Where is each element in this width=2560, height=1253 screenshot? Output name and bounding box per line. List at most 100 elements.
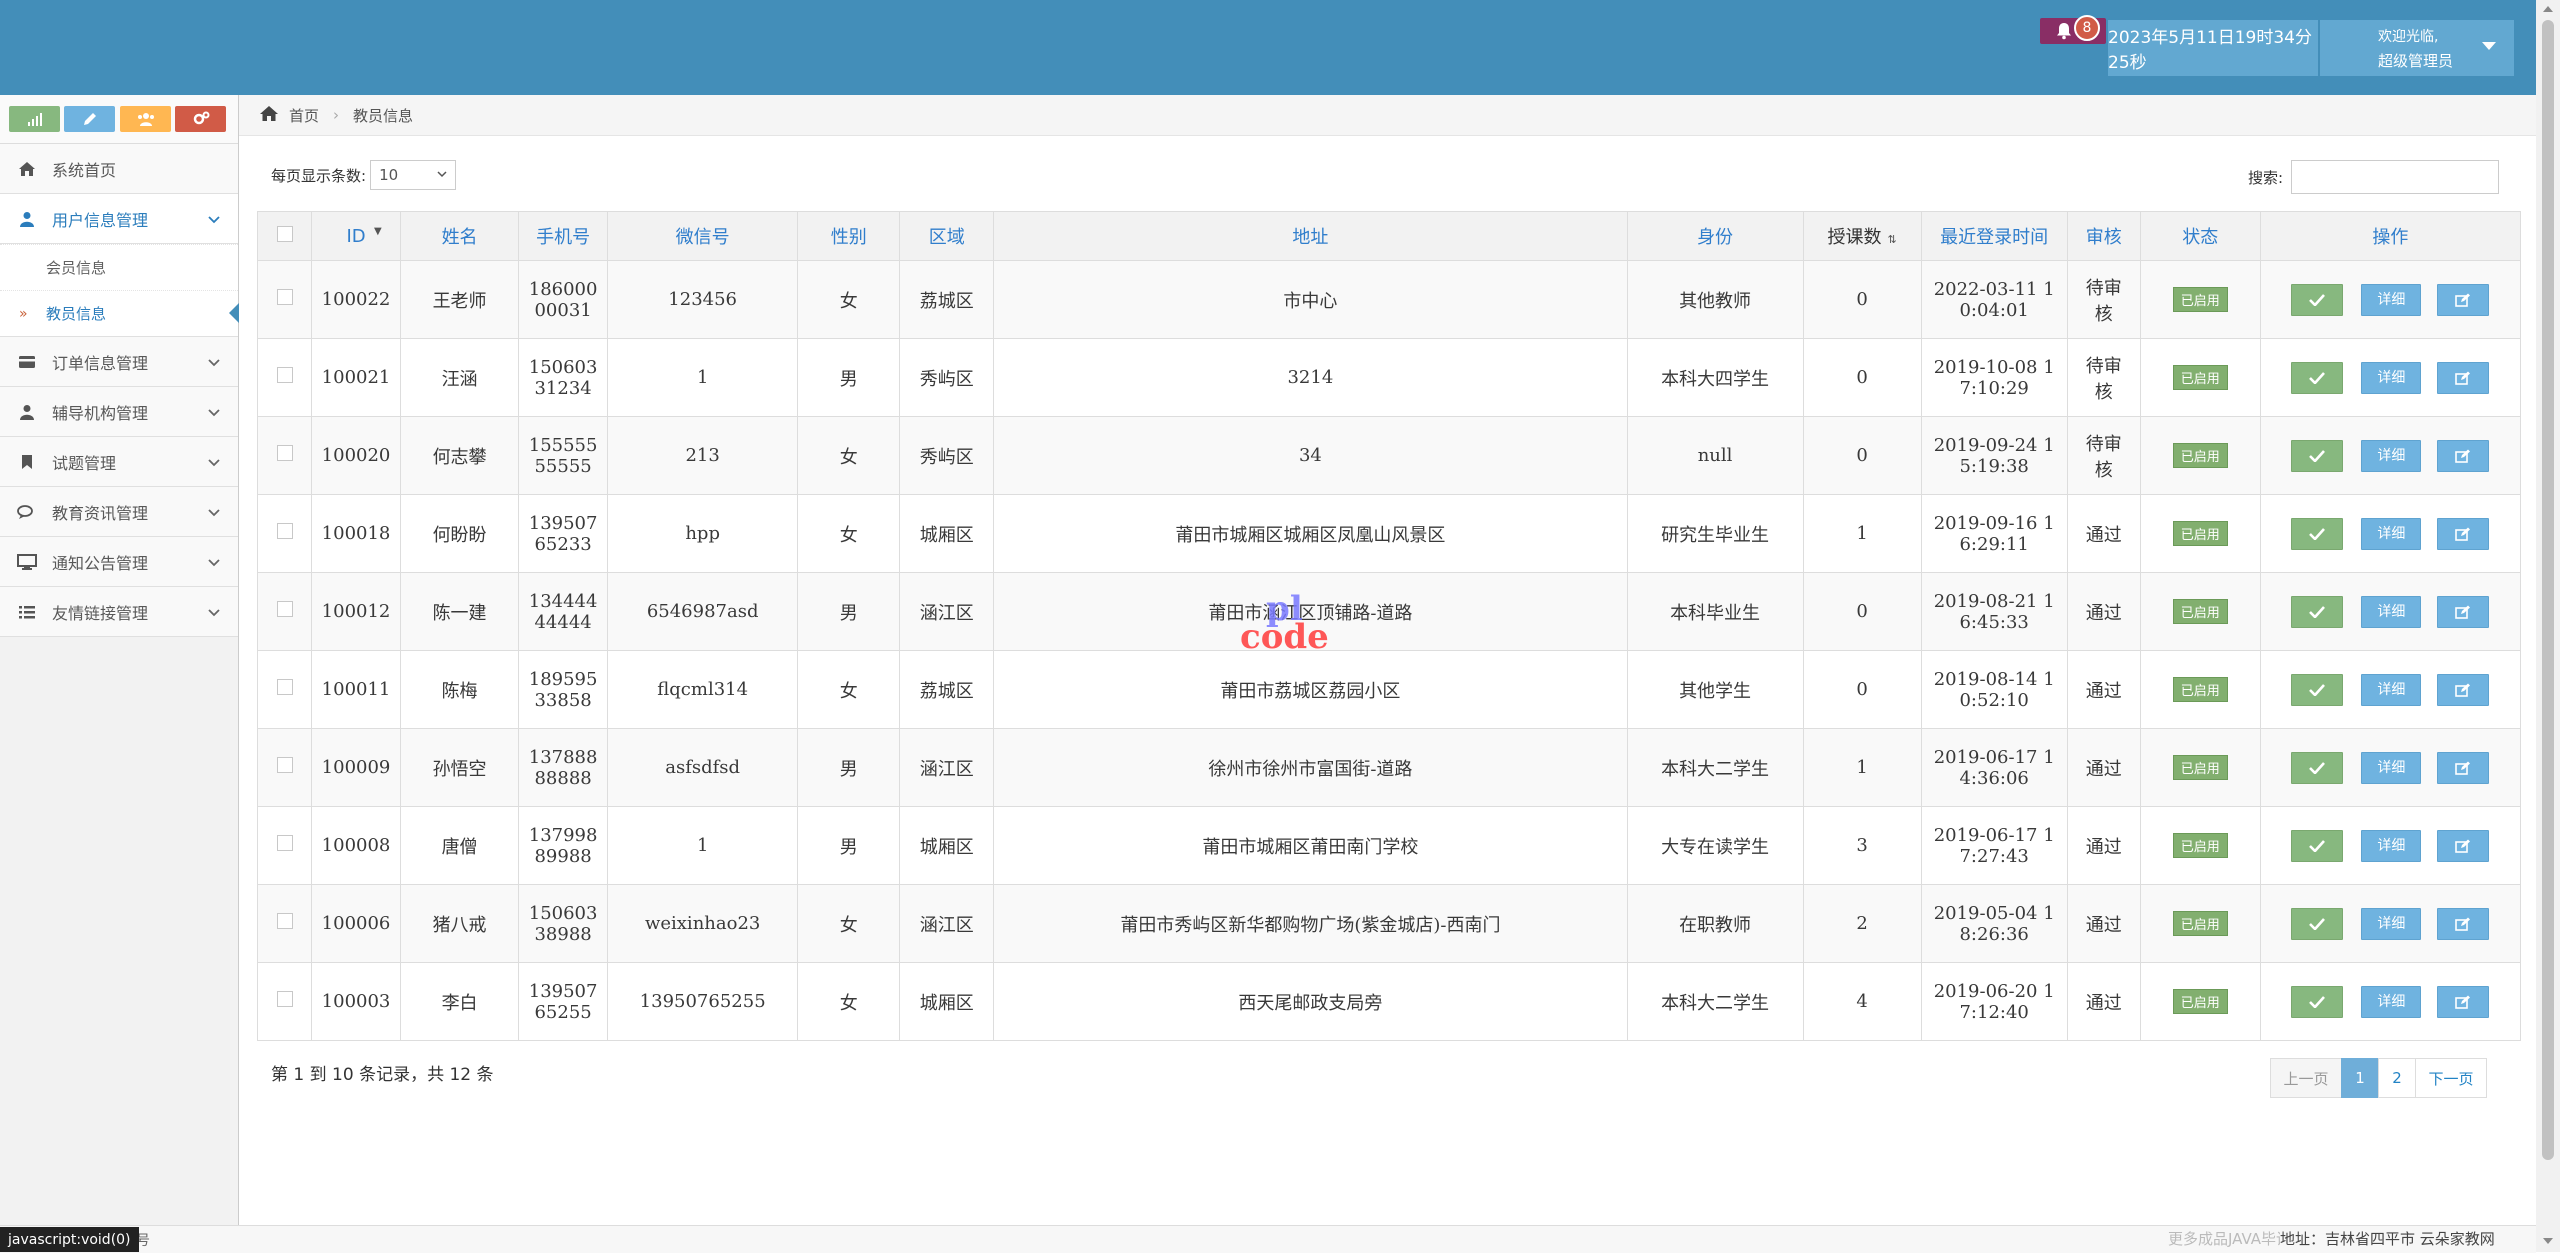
detail-button[interactable]: 详细 [2361, 595, 2422, 628]
column-header-identity[interactable]: 身份 [1626, 211, 1804, 261]
row-checkbox[interactable] [276, 523, 293, 539]
cell-gender: 女 [797, 260, 901, 339]
cell-actions: 详细 [2259, 416, 2522, 495]
approve-button[interactable] [2291, 283, 2344, 316]
row-checkbox[interactable] [276, 601, 293, 617]
approve-button[interactable] [2291, 673, 2344, 706]
cell-phone: 137998 89988 [518, 806, 609, 885]
row-checkbox[interactable] [276, 757, 293, 773]
sidebar-item-label: 通知公告管理 [52, 553, 149, 573]
notification-button[interactable]: 8 [2040, 15, 2106, 44]
row-checkbox[interactable] [276, 367, 293, 383]
sidebar-item-user-management[interactable]: 用户信息管理 [0, 194, 238, 244]
detail-button[interactable]: 详细 [2361, 907, 2422, 940]
cell-area: 涵江区 [899, 728, 995, 807]
column-header-status[interactable]: 状态 [2139, 211, 2261, 261]
detail-button[interactable]: 详细 [2361, 829, 2422, 862]
shortcut-settings-button[interactable] [175, 106, 226, 132]
sort-desc-icon: ▼ [374, 226, 382, 237]
row-checkbox[interactable] [276, 445, 293, 461]
sidebar-item-member-info[interactable]: 会员信息 [0, 244, 238, 290]
scroll-up-icon[interactable] [2543, 6, 2553, 12]
search-input[interactable] [2291, 160, 2500, 194]
column-header-gender[interactable]: 性别 [797, 211, 901, 261]
detail-button[interactable]: 详细 [2361, 517, 2422, 550]
sidebar-item-exam-management[interactable]: 试题管理 [0, 437, 238, 487]
detail-button[interactable]: 详细 [2361, 361, 2422, 394]
approve-button[interactable] [2291, 829, 2344, 862]
row-checkbox[interactable] [276, 913, 293, 929]
scrollbar-thumb[interactable] [2542, 20, 2554, 1160]
breadcrumb-home-link[interactable]: 首页 [289, 105, 319, 126]
sidebar-item-label: 教育资讯管理 [52, 503, 149, 523]
cell-address: 3214 [993, 338, 1628, 417]
edit-button[interactable] [2437, 439, 2490, 472]
home-icon[interactable] [259, 105, 279, 126]
cell-wechat: 1 [607, 806, 799, 885]
page-button-1[interactable]: 1 [2341, 1058, 2379, 1098]
detail-button[interactable]: 详细 [2361, 673, 2422, 706]
shortcut-stats-button[interactable] [9, 106, 60, 132]
shortcut-edit-button[interactable] [64, 106, 115, 132]
column-header-phone[interactable]: 手机号 [518, 211, 609, 261]
row-checkbox[interactable] [276, 991, 293, 1007]
column-header-wechat[interactable]: 微信号 [607, 211, 799, 261]
user-menu-toggle[interactable]: 欢迎光临, 超级管理员 [2320, 20, 2514, 76]
sidebar-item-news-management[interactable]: 教育资讯管理 [0, 487, 238, 537]
sidebar-item-order-management[interactable]: 订单信息管理 [0, 337, 238, 387]
review-status-text: 通过 [2085, 992, 2122, 1014]
cell-lessons: 0 [1802, 650, 1922, 729]
row-checkbox[interactable] [276, 289, 293, 305]
next-page-button[interactable]: 下一页 [2415, 1058, 2487, 1098]
prev-page-button[interactable]: 上一页 [2270, 1058, 2342, 1098]
cell-area: 城厢区 [899, 806, 995, 885]
sidebar-item-teacher-info[interactable]: » 教员信息 [0, 290, 239, 336]
cell-actions: 详细 [2259, 338, 2522, 417]
column-header-review[interactable]: 审核 [2066, 211, 2141, 261]
select-all-checkbox[interactable] [276, 225, 293, 242]
row-checkbox[interactable] [276, 835, 293, 851]
approve-button[interactable] [2291, 361, 2344, 394]
scroll-down-icon[interactable] [2543, 1238, 2553, 1244]
approve-button[interactable] [2291, 439, 2344, 472]
detail-button[interactable]: 详细 [2361, 985, 2422, 1018]
detail-button[interactable]: 详细 [2361, 283, 2422, 316]
column-header-area[interactable]: 区域 [899, 211, 995, 261]
edit-button[interactable] [2437, 517, 2490, 550]
approve-button[interactable] [2291, 595, 2344, 628]
cell-name: 陈一建 [400, 572, 520, 651]
cell-review: 待审核 [2066, 416, 2141, 495]
shortcut-users-button[interactable] [120, 106, 171, 132]
page-button-2[interactable]: 2 [2378, 1058, 2416, 1098]
sidebar-item-link-management[interactable]: 友情链接管理 [0, 587, 238, 637]
sidebar-item-institution-management[interactable]: 辅导机构管理 [0, 387, 238, 437]
approve-button[interactable] [2291, 751, 2344, 784]
sidebar-item-notice-management[interactable]: 通知公告管理 [0, 537, 238, 587]
column-header-address[interactable]: 地址 [993, 211, 1628, 261]
cell-phone: 137888 88888 [518, 728, 609, 807]
cell-name: 何志攀 [400, 416, 520, 495]
approve-button[interactable] [2291, 985, 2344, 1018]
cell-phone: 186000 00031 [518, 260, 609, 339]
edit-button[interactable] [2437, 595, 2490, 628]
edit-button[interactable] [2437, 751, 2490, 784]
column-header-lessons[interactable]: 授课数 ⇅ [1802, 211, 1922, 261]
approve-button[interactable] [2291, 517, 2344, 550]
page-size-select[interactable]: 10 [370, 160, 457, 190]
detail-button[interactable]: 详细 [2361, 751, 2422, 784]
detail-button[interactable]: 详细 [2361, 439, 2422, 472]
sidebar-item-home[interactable]: 系统首页 [0, 144, 238, 194]
edit-button[interactable] [2437, 985, 2490, 1018]
column-header-id[interactable]: ID ▼ [311, 211, 402, 261]
group-icon [137, 113, 154, 126]
vertical-scrollbar[interactable] [2536, 0, 2560, 1252]
edit-button[interactable] [2437, 907, 2490, 940]
column-header-name[interactable]: 姓名 [400, 211, 520, 261]
edit-button[interactable] [2437, 829, 2490, 862]
approve-button[interactable] [2291, 907, 2344, 940]
column-header-last-login[interactable]: 最近登录时间 [1920, 211, 2068, 261]
row-checkbox[interactable] [276, 679, 293, 695]
edit-button[interactable] [2437, 361, 2490, 394]
edit-button[interactable] [2437, 673, 2490, 706]
edit-button[interactable] [2437, 283, 2490, 316]
